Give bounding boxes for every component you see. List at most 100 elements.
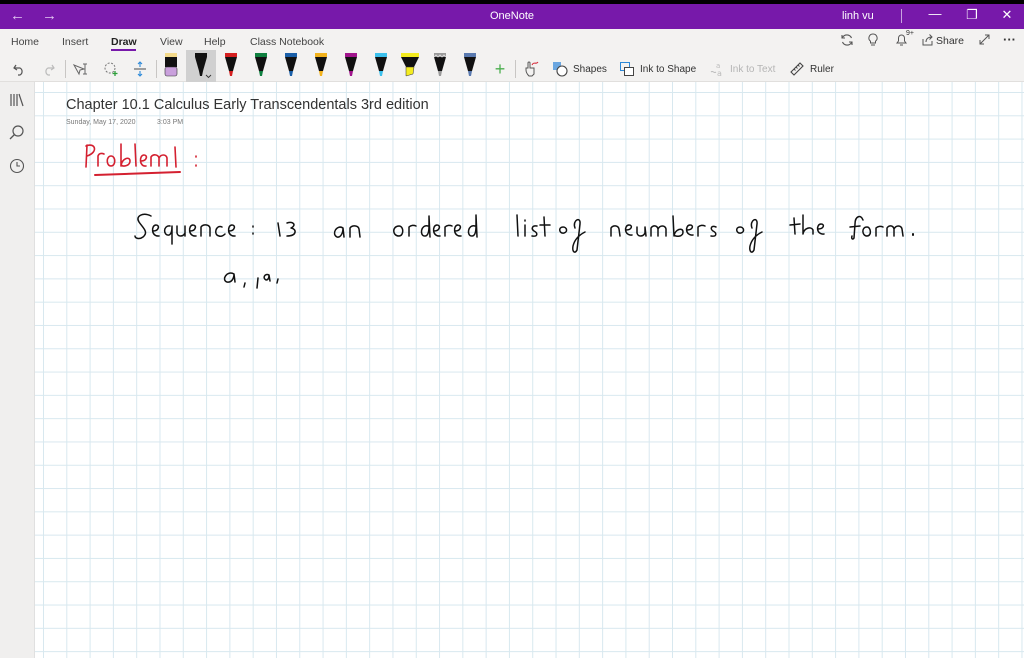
ink-stroke: [333, 226, 345, 238]
ink-stroke: [97, 152, 105, 167]
share-button[interactable]: Share: [936, 35, 964, 47]
notebooks-icon[interactable]: [8, 92, 28, 112]
ink-to-text-label: Ink to Text: [730, 63, 776, 75]
eraser-body: [165, 57, 177, 67]
forward-icon[interactable]: →: [42, 7, 57, 24]
pen-band: [464, 53, 476, 57]
pen-tip: [199, 71, 203, 76]
ink-stroke: [256, 277, 259, 289]
eraser-button[interactable]: [164, 53, 178, 77]
yellow-highlighter-button[interactable]: [401, 53, 419, 77]
ink-stroke: [816, 223, 825, 235]
lightblue-pen-button[interactable]: [375, 53, 387, 76]
svg-text:a: a: [717, 69, 722, 77]
ink-stroke: [697, 224, 706, 237]
draw-with-touch-button[interactable]: [521, 58, 541, 80]
ink-layer: [85, 143, 914, 289]
ink-stroke: [624, 224, 633, 236]
galaxy-pen-button[interactable]: [433, 53, 447, 76]
ocean-pen-button[interactable]: [464, 53, 476, 76]
share-icon[interactable]: [920, 33, 934, 49]
ink-heading-problem-1: [85, 143, 197, 176]
ink-stroke: [263, 273, 271, 282]
ink-stroke: [862, 226, 872, 237]
eraser-tip: [164, 66, 178, 77]
lightbulb-icon[interactable]: [865, 33, 881, 50]
pen-body: [285, 57, 297, 71]
sync-icon[interactable]: [838, 33, 856, 50]
ink-stroke: [151, 224, 160, 237]
ink-stroke: [176, 225, 186, 237]
ink-stroke: [227, 224, 236, 237]
pen-tip: [319, 71, 323, 76]
shapes-button[interactable]: Shapes: [552, 58, 607, 80]
orange-pen-button[interactable]: [315, 53, 327, 76]
navigation-sidebar: [0, 82, 35, 658]
ink-stroke: [393, 225, 404, 237]
ink-stroke: [349, 225, 361, 238]
ink-stroke: [572, 218, 586, 253]
recent-notes-clock-icon[interactable]: [8, 157, 28, 177]
eraser-top: [165, 53, 177, 57]
ink-stroke: [200, 224, 211, 237]
note-page-canvas[interactable]: Chapter 10.1 Calculus Early Transcendent…: [35, 82, 1024, 658]
pen-tip: [259, 71, 263, 76]
shapes-label: Shapes: [573, 63, 607, 75]
back-icon[interactable]: ←: [10, 7, 25, 24]
ink-stroke: [276, 278, 279, 284]
black-pen-button[interactable]: [195, 53, 212, 79]
green-pen-button[interactable]: [255, 53, 267, 76]
ink-stroke: [736, 226, 745, 234]
ink-stroke: [134, 213, 152, 240]
more-options-button[interactable]: ···: [1003, 32, 1016, 47]
ruler-button[interactable]: Ruler: [789, 58, 834, 80]
ink-stroke: [277, 222, 281, 237]
ink-stroke: [636, 226, 647, 237]
pen-body: [434, 57, 446, 71]
ink-stroke: [134, 143, 137, 167]
ink-stroke: [106, 155, 116, 167]
red-pen-button[interactable]: [225, 53, 237, 76]
ink-stroke: [610, 225, 621, 237]
search-icon[interactable]: [8, 124, 28, 144]
ink-stroke: [420, 215, 431, 238]
restore-button[interactable]: ❐: [962, 7, 982, 23]
pen-band: [345, 53, 357, 57]
ink-stroke: [163, 225, 173, 245]
add-pen-button[interactable]: +: [492, 58, 508, 80]
ink-stroke: [139, 154, 148, 167]
purple-pen-button[interactable]: [345, 53, 357, 76]
ink-stroke: [120, 143, 131, 167]
ink-stroke: [432, 224, 441, 237]
ruler-label: Ruler: [810, 63, 834, 75]
ink-to-shape-button[interactable]: Ink to Shape: [619, 58, 696, 80]
user-name[interactable]: linh vu: [842, 10, 874, 22]
pen-band: [225, 53, 237, 57]
pen-band: [315, 53, 327, 57]
notification-badge: 9+: [906, 30, 914, 37]
ink-stroke: [650, 225, 667, 237]
close-button[interactable]: ✕: [997, 7, 1017, 23]
pen-band: [401, 53, 419, 57]
ink-stroke: [85, 144, 96, 168]
minimize-button[interactable]: —: [925, 6, 945, 21]
chevron-down-icon[interactable]: [205, 74, 212, 79]
pen-tip: [289, 71, 293, 76]
pen-tip: [438, 71, 442, 76]
ink-to-text-icon: aa: [710, 62, 722, 77]
shapes-icon: [553, 62, 568, 77]
ink-stroke: [223, 272, 236, 283]
blue-pen-button[interactable]: [285, 53, 297, 76]
pen-tip: [229, 71, 233, 76]
ink-to-shape-icon: [620, 62, 634, 76]
ink-stroke: [408, 224, 417, 237]
ink-stroke: [539, 216, 551, 237]
ink-to-text-button[interactable]: aa Ink to Text: [709, 58, 775, 80]
pen-body: [401, 57, 419, 67]
pen-band: [255, 53, 267, 57]
ink-stroke: [214, 225, 226, 237]
ink-stroke: [685, 224, 694, 236]
pen-body: [315, 57, 327, 71]
fullscreen-expand-icon[interactable]: [976, 33, 992, 49]
pen-body: [225, 57, 237, 71]
